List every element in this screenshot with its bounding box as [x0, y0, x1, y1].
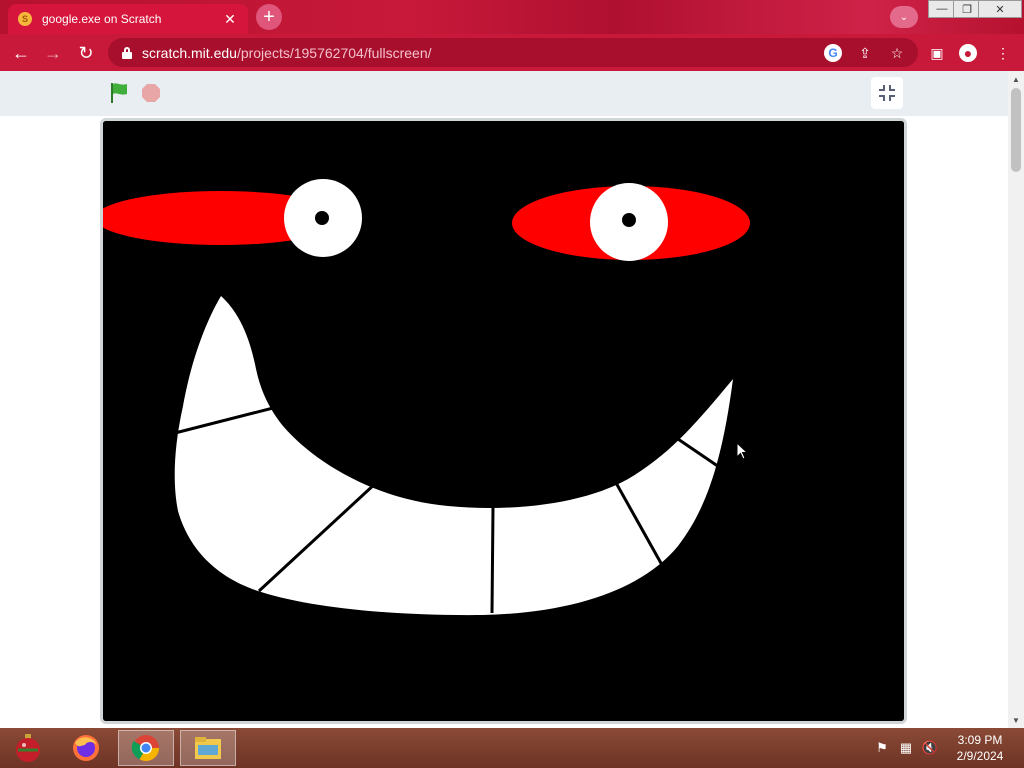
mouse-cursor-icon	[736, 442, 748, 460]
exit-fullscreen-icon	[879, 85, 895, 101]
file-explorer-icon[interactable]	[180, 730, 236, 766]
windows-taskbar: ⚑ ▦ 🔇 3:09 PM 2/9/2024	[0, 728, 1024, 768]
chrome-icon[interactable]	[118, 730, 174, 766]
close-window-button[interactable]: ✕	[978, 0, 1022, 18]
reload-button[interactable]: ↻	[75, 42, 97, 64]
menu-icon[interactable]: ⋮	[994, 44, 1012, 62]
scroll-down-arrow-icon[interactable]: ▼	[1008, 712, 1024, 728]
green-flag-icon[interactable]	[108, 81, 132, 105]
scratch-favicon-icon: S	[18, 12, 32, 26]
address-bar[interactable]: scratch.mit.edu/projects/195762704/fulls…	[108, 38, 918, 67]
network-icon[interactable]: ▦	[898, 740, 914, 756]
url-text[interactable]: scratch.mit.edu/projects/195762704/fulls…	[142, 45, 432, 61]
clock-date: 2/9/2024	[956, 749, 1004, 763]
bookmark-star-icon[interactable]: ☆	[888, 44, 906, 62]
page-content	[0, 71, 1008, 728]
new-tab-button[interactable]: +	[256, 4, 282, 30]
flag-icon[interactable]: ⚑	[874, 740, 890, 756]
firefox-icon[interactable]	[58, 730, 114, 766]
tab-search-icon[interactable]: ⌄	[890, 6, 918, 28]
clock-time: 3:09 PM	[957, 733, 1003, 747]
volume-muted-icon[interactable]: 🔇	[922, 740, 938, 756]
left-eye-pupil	[315, 211, 329, 225]
google-lens-icon[interactable]: G	[824, 44, 842, 62]
stage-canvas	[103, 121, 904, 721]
browser-toolbar: ← → ↻ scratch.mit.edu/projects/195762704…	[0, 34, 1024, 71]
right-eye-pupil	[622, 213, 636, 227]
exit-fullscreen-button[interactable]	[871, 77, 903, 109]
tab-title: google.exe on Scratch	[42, 12, 162, 26]
scratch-controls-bar	[0, 71, 1008, 116]
profile-icon[interactable]: ●	[959, 44, 977, 62]
restore-button[interactable]: ❐	[953, 0, 981, 18]
side-panel-icon[interactable]: ▣	[928, 44, 946, 62]
browser-titlebar: S google.exe on Scratch ✕ + ⌄ — ❐ ✕	[0, 0, 1024, 34]
lock-icon[interactable]	[122, 46, 132, 59]
tab-close-icon[interactable]: ✕	[222, 11, 238, 27]
scratch-stage[interactable]	[100, 118, 907, 724]
back-button[interactable]: ←	[10, 42, 32, 64]
share-icon[interactable]: ⇪	[856, 44, 874, 62]
page-scrollbar[interactable]: ▲ ▼	[1008, 71, 1024, 728]
scroll-up-arrow-icon[interactable]: ▲	[1008, 71, 1024, 87]
browser-tab[interactable]: S google.exe on Scratch ✕	[8, 4, 248, 34]
scroll-thumb[interactable]	[1011, 88, 1021, 172]
stop-icon[interactable]	[141, 83, 161, 103]
forward-button[interactable]: →	[42, 42, 64, 64]
christmas-ornament-icon[interactable]	[0, 730, 56, 766]
system-clock[interactable]: 3:09 PM 2/9/2024	[948, 732, 1012, 764]
minimize-button[interactable]: —	[928, 0, 956, 18]
